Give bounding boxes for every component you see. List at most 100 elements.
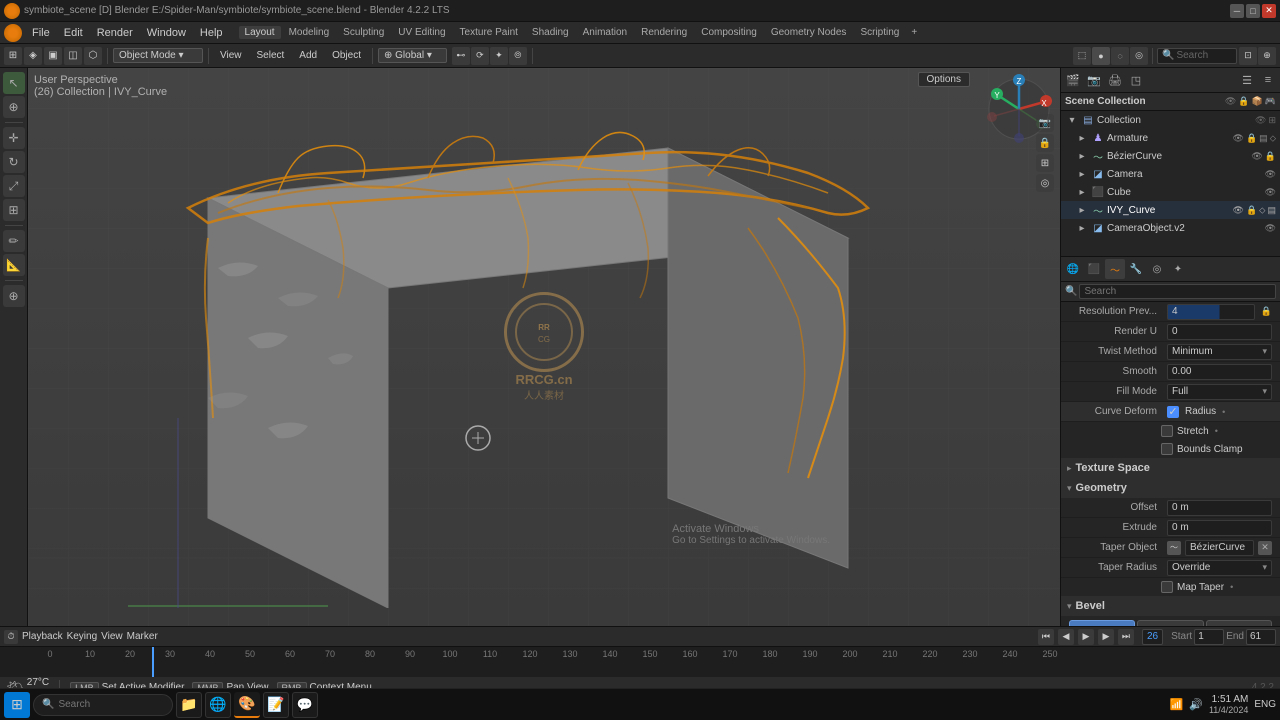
viewport-menu-item1[interactable]: View xyxy=(214,49,248,62)
icon-output-props[interactable]: 🖨 xyxy=(1105,70,1125,90)
icon-view-layer[interactable]: ◳ xyxy=(1126,70,1146,90)
tray-clock[interactable]: 1:51 AM 11/4/2024 xyxy=(1209,694,1248,715)
bevel-btn-round[interactable]: Round xyxy=(1069,620,1135,626)
shading-wireframe[interactable]: ⬚ xyxy=(1073,47,1091,65)
tray-icon-volume[interactable]: 🔊 xyxy=(1189,698,1203,711)
menu-edit[interactable]: Edit xyxy=(58,25,89,41)
section-geometry-header[interactable]: ▾ Geometry xyxy=(1061,478,1280,498)
tab-geometry-nodes[interactable]: Geometry Nodes xyxy=(765,26,853,39)
viewport-menu-select[interactable]: Select xyxy=(251,49,291,62)
cb-radius-dot[interactable]: • xyxy=(1222,407,1225,417)
timeline-label-keying[interactable]: Keying xyxy=(67,631,98,642)
oi-vis-bezier[interactable]: 👁 xyxy=(1251,151,1262,162)
bevel-btn-profile[interactable]: Profile xyxy=(1206,620,1272,626)
viewport[interactable]: User Perspective (26) Collection | IVY_C… xyxy=(28,68,1060,626)
tab-modeling[interactable]: Modeling xyxy=(283,26,336,39)
taskbar-app5[interactable]: 💬 xyxy=(292,692,318,718)
taper-object-value[interactable]: BézierCurve xyxy=(1185,540,1254,556)
prop-icon-modifier[interactable]: 🔧 xyxy=(1126,259,1146,279)
timeline-content[interactable]: 0 10 20 30 40 50 60 70 80 90 100 110 120… xyxy=(0,647,1280,677)
stretch-dot[interactable]: • xyxy=(1215,426,1218,436)
oi-vis-camera[interactable]: 👁 xyxy=(1265,169,1276,180)
section-texture-space[interactable]: ▸ Texture Space xyxy=(1061,458,1280,478)
shading-material[interactable]: ◌ xyxy=(1111,47,1129,65)
prop-icon-material[interactable]: ◎ xyxy=(1147,259,1167,279)
tab-uv-editing[interactable]: UV Editing xyxy=(392,26,451,39)
search-bar[interactable]: 🔍 Search xyxy=(1157,48,1237,64)
map-taper-dot[interactable]: • xyxy=(1230,582,1233,592)
oi-ctrl3-ivy[interactable]: ▤ xyxy=(1267,205,1276,216)
tray-icon-network[interactable]: 📶 xyxy=(1170,698,1184,711)
prop-taper-radius-value[interactable]: Override ▾ xyxy=(1167,560,1272,576)
taskbar-blender[interactable]: 🎨 xyxy=(234,692,260,718)
prop-render-u-value[interactable]: 0 xyxy=(1167,324,1272,340)
measure-tool[interactable]: 📐 xyxy=(3,254,25,276)
btn-prev-frame[interactable]: ◀ xyxy=(1058,629,1074,645)
select-tool[interactable]: ↖ xyxy=(3,72,25,94)
scale-tool[interactable]: ⤢ xyxy=(3,175,25,197)
rotate-tool[interactable]: ↻ xyxy=(3,151,25,173)
cb-radius[interactable]: ✓ xyxy=(1167,406,1179,418)
cb-bounds-clamp[interactable] xyxy=(1161,443,1173,455)
taskbar-browser[interactable]: 🌐 xyxy=(205,692,231,718)
outliner-item-cube[interactable]: ▸ ⬛ Cube 👁 xyxy=(1061,183,1280,201)
viewport-icon4[interactable]: ◫ xyxy=(64,47,82,65)
prop-icon-curves[interactable]: 〜 xyxy=(1105,259,1125,279)
overlay-view-icon[interactable]: ◎ xyxy=(1036,174,1054,192)
oi-vis-ivy[interactable]: 👁 xyxy=(1233,205,1244,216)
outliner-item-camera[interactable]: ▸ ◪ Camera 👁 xyxy=(1061,165,1280,183)
outliner-item-beziercurve[interactable]: ▸ 〜 BézierCurve 👁 🔒 xyxy=(1061,147,1280,165)
gizmo-btn[interactable]: ⊕ xyxy=(1258,47,1276,65)
oi-ctrl4-armature[interactable]: ⬦ xyxy=(1270,133,1276,144)
close-btn[interactable]: ✕ xyxy=(1262,4,1276,18)
btn-next-frame[interactable]: ▶ xyxy=(1098,629,1114,645)
viewport-menu-add[interactable]: Add xyxy=(293,49,323,62)
btn-skip-end[interactable]: ⏭ xyxy=(1118,629,1134,645)
timeline-label-playback[interactable]: Playback xyxy=(22,631,63,642)
transform-tool[interactable]: ⊞ xyxy=(3,199,25,221)
outliner-item-collection[interactable]: ▾ ▤ Collection 👁 ⊞ xyxy=(1061,111,1280,129)
overlay-btn[interactable]: ⊡ xyxy=(1239,47,1257,65)
prop-resolution-preview-value[interactable]: 4 xyxy=(1167,304,1255,320)
icon-scene-props[interactable]: 🎬 xyxy=(1063,70,1083,90)
tab-layout[interactable]: Layout xyxy=(239,26,281,39)
proportional-icon[interactable]: ⦾ xyxy=(509,47,527,65)
grid-view-icon[interactable]: ⊞ xyxy=(1036,154,1054,172)
oi-vis-camobj[interactable]: 👁 xyxy=(1265,223,1276,234)
outliner-item-ivy-curve[interactable]: ▸ 〜 IVY_Curve 👁 🔒 ⬦ ▤ xyxy=(1061,201,1280,219)
collection-view-icon3[interactable]: 📦 xyxy=(1252,96,1263,107)
menu-file[interactable]: File xyxy=(26,25,56,41)
taskbar-file-explorer[interactable]: 📁 xyxy=(176,692,202,718)
icon-filter[interactable]: ☰ xyxy=(1237,70,1257,90)
maximize-btn[interactable]: □ xyxy=(1246,4,1260,18)
viewport-icon5[interactable]: ⬡ xyxy=(84,47,102,65)
lock-view-icon[interactable]: 🔒 xyxy=(1036,134,1054,152)
snap-icon[interactable]: ✦ xyxy=(490,47,508,65)
collection-view-icon4[interactable]: 🎮 xyxy=(1265,96,1276,107)
btn-skip-start[interactable]: ⏮ xyxy=(1038,629,1054,645)
minimize-btn[interactable]: ─ xyxy=(1230,4,1244,18)
prop-smooth-value[interactable]: 0.00 xyxy=(1167,364,1272,380)
viewport-nav-icon[interactable]: ⊞ xyxy=(4,47,22,65)
blender-icon[interactable] xyxy=(4,24,22,42)
collection-view-icon1[interactable]: 👁 xyxy=(1225,96,1236,107)
current-frame-input[interactable]: 26 xyxy=(1142,629,1163,645)
tab-shading[interactable]: Shading xyxy=(526,26,575,39)
section-bevel-header[interactable]: ▾ Bevel xyxy=(1061,596,1280,616)
menu-render[interactable]: Render xyxy=(91,25,139,41)
outliner-item-cameraobj[interactable]: ▸ ◪ CameraObject.v2 👁 xyxy=(1061,219,1280,237)
taskbar-vscode[interactable]: 📝 xyxy=(263,692,289,718)
tab-animation[interactable]: Animation xyxy=(577,26,633,39)
tab-rendering[interactable]: Rendering xyxy=(635,26,693,39)
prop-extrude-value[interactable]: 0 m xyxy=(1167,520,1272,536)
taper-object-clear-btn[interactable]: ✕ xyxy=(1258,541,1272,555)
oi-ctrl-collection[interactable]: ⊞ xyxy=(1268,115,1276,126)
properties-search-input[interactable] xyxy=(1079,284,1276,299)
collection-view-icon2[interactable]: 🔒 xyxy=(1238,96,1249,107)
viewport-icon2[interactable]: ◈ xyxy=(24,47,42,65)
oi-ctrl-bezier[interactable]: 🔒 xyxy=(1265,151,1276,162)
oi-vis-collection[interactable]: 👁 xyxy=(1255,115,1266,126)
oi-ctrl2-armature[interactable]: 🔒 xyxy=(1246,133,1257,144)
transform-icon1[interactable]: ⊷ xyxy=(452,47,470,65)
timeline-label-view[interactable]: View xyxy=(101,631,123,642)
